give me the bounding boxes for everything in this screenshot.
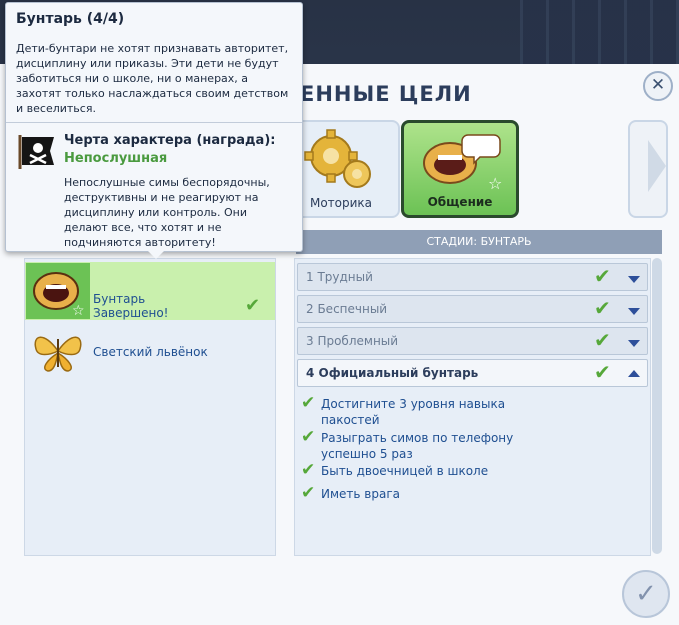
expand-arrow-icon[interactable] xyxy=(628,276,640,283)
goal-text: Быть двоечницей в школе xyxy=(321,464,489,478)
goal-item: ✔ Иметь врага xyxy=(301,485,641,503)
list-item-socialite[interactable]: Светский львёнок xyxy=(25,322,275,380)
gears-icon xyxy=(304,129,371,188)
stage-row-3[interactable]: 3 Проблемный ✔ xyxy=(297,327,648,355)
confirm-button[interactable]: ✓ xyxy=(622,570,670,618)
dialog-title: ЕННЫЕ ЦЕЛИ xyxy=(300,82,472,106)
checkmark-icon: ✔ xyxy=(594,264,611,288)
stage-label: 2 Беспечный xyxy=(306,302,388,316)
checkmark-icon: ✔ xyxy=(594,360,611,384)
aspiration-list: ☆ Бунтарь Завершено! ✔ Светский львёнок xyxy=(24,258,276,556)
tooltip-divider xyxy=(6,122,302,123)
expand-arrow-icon[interactable] xyxy=(628,308,640,315)
collapse-arrow-icon[interactable] xyxy=(628,370,640,377)
list-item-name: Бунтарь xyxy=(93,292,146,306)
butterfly-icon xyxy=(26,323,90,379)
checkmark-icon: ✔ xyxy=(301,483,316,503)
goal-item: ✔ Достигните 3 уровня навыка пакостей xyxy=(301,395,641,429)
reward-trait: Непослушная xyxy=(64,151,168,166)
reward-title: Черта характера (награда): xyxy=(64,133,276,148)
tooltip-title: Бунтарь (4/4) xyxy=(16,11,125,27)
checkmark-icon: ✔ xyxy=(594,296,611,320)
reward-description: Непослушные симы беспорядочны, деструкти… xyxy=(64,176,270,249)
svg-text:☆: ☆ xyxy=(488,174,502,193)
stage-row-1[interactable]: 1 Трудный ✔ xyxy=(297,263,648,291)
stage-label: 3 Проблемный xyxy=(306,334,399,348)
goal-text: Иметь врага xyxy=(321,487,400,501)
goal-item: ✔ Разыграть симов по телефону успешно 5 … xyxy=(301,429,641,463)
svg-text:☆: ☆ xyxy=(72,303,85,319)
checkmark-icon: ✔ xyxy=(245,295,261,316)
checkmark-icon: ✔ xyxy=(594,328,611,352)
stages-scrollbar[interactable] xyxy=(652,258,662,554)
list-item-name: Светский львёнок xyxy=(93,345,208,359)
tooltip-description: Дети-бунтари не хотят признавать авторит… xyxy=(16,42,289,115)
list-item-rebel[interactable]: ☆ Бунтарь Завершено! ✔ xyxy=(25,262,275,320)
mouth-icon: ☆ xyxy=(26,263,90,319)
goal-item: ✔ Быть двоечницей в школе xyxy=(301,462,641,480)
expand-arrow-icon[interactable] xyxy=(628,340,640,347)
tile-social[interactable]: ☆ Общение xyxy=(401,120,519,218)
stage-label: 1 Трудный xyxy=(306,270,373,284)
pirate-flag-icon xyxy=(18,135,54,169)
checkmark-icon: ✔ xyxy=(301,427,316,447)
stages-header: СТАДИИ: БУНТАРЬ xyxy=(296,230,662,254)
tile-label: Общение xyxy=(427,195,493,209)
checkmark-icon: ✔ xyxy=(301,460,316,480)
checkmark-icon: ✔ xyxy=(301,393,316,413)
list-item-status: Завершено! xyxy=(93,306,169,320)
goal-text: Достигните 3 уровня навыка пакостей xyxy=(321,397,506,427)
close-button[interactable]: ✕ xyxy=(643,71,673,101)
stage-row-4[interactable]: 4 Официальный бунтарь ✔ xyxy=(297,359,648,387)
goal-text: Разыграть симов по телефону успешно 5 ра… xyxy=(321,431,514,461)
aspiration-tooltip: Бунтарь (4/4) Дети-бунтари не хотят приз… xyxy=(5,2,303,259)
stages-list: 1 Трудный ✔ 2 Беспечный ✔ 3 Проблемный ✔… xyxy=(294,258,651,556)
stage-label: 4 Официальный бунтарь xyxy=(306,366,479,380)
mouth-speech-icon: ☆ xyxy=(423,134,502,193)
scroll-right-icon[interactable] xyxy=(648,140,666,192)
stage-row-2[interactable]: 2 Беспечный ✔ xyxy=(297,295,648,323)
